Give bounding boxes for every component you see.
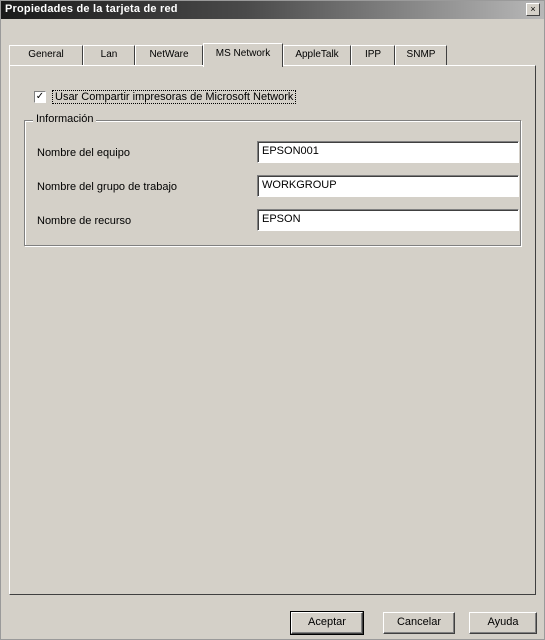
properties-dialog: Propiedades de la tarjeta de red × Gener…: [0, 0, 545, 640]
close-icon[interactable]: ×: [526, 3, 540, 16]
share-name-label: Nombre de recurso: [37, 215, 132, 227]
tab-ipp[interactable]: IPP: [351, 45, 395, 65]
tab-general[interactable]: General: [9, 45, 83, 65]
tab-panel: ✓ Usar Compartir impresoras de Microsoft…: [9, 65, 536, 595]
computer-name-field[interactable]: EPSON001: [257, 141, 519, 163]
help-button[interactable]: Ayuda: [469, 612, 537, 634]
title-bar[interactable]: Propiedades de la tarjeta de red ×: [1, 1, 544, 19]
workgroup-field[interactable]: WORKGROUP: [257, 175, 519, 197]
computer-name-label: Nombre del equipo: [37, 147, 130, 159]
tab-lan[interactable]: Lan: [83, 45, 135, 65]
groupbox-legend: Información: [33, 113, 97, 125]
ok-button[interactable]: Aceptar: [290, 611, 364, 635]
window-title: Propiedades de la tarjeta de red: [5, 3, 178, 15]
tab-ms-network[interactable]: MS Network: [203, 43, 283, 67]
info-groupbox: Información Nombre del equipo EPSON001 N…: [24, 113, 521, 246]
ms-network-checkbox-label[interactable]: Usar Compartir impresoras de Microsoft N…: [52, 90, 297, 104]
workgroup-label: Nombre del grupo de trabajo: [37, 181, 178, 193]
tab-netware[interactable]: NetWare: [135, 45, 203, 65]
share-name-field[interactable]: EPSON: [257, 209, 519, 231]
cancel-button[interactable]: Cancelar: [383, 612, 455, 634]
ms-network-checkbox[interactable]: ✓: [34, 91, 46, 103]
tab-snmp[interactable]: SNMP: [395, 45, 447, 65]
tab-appletalk[interactable]: AppleTalk: [283, 45, 351, 65]
